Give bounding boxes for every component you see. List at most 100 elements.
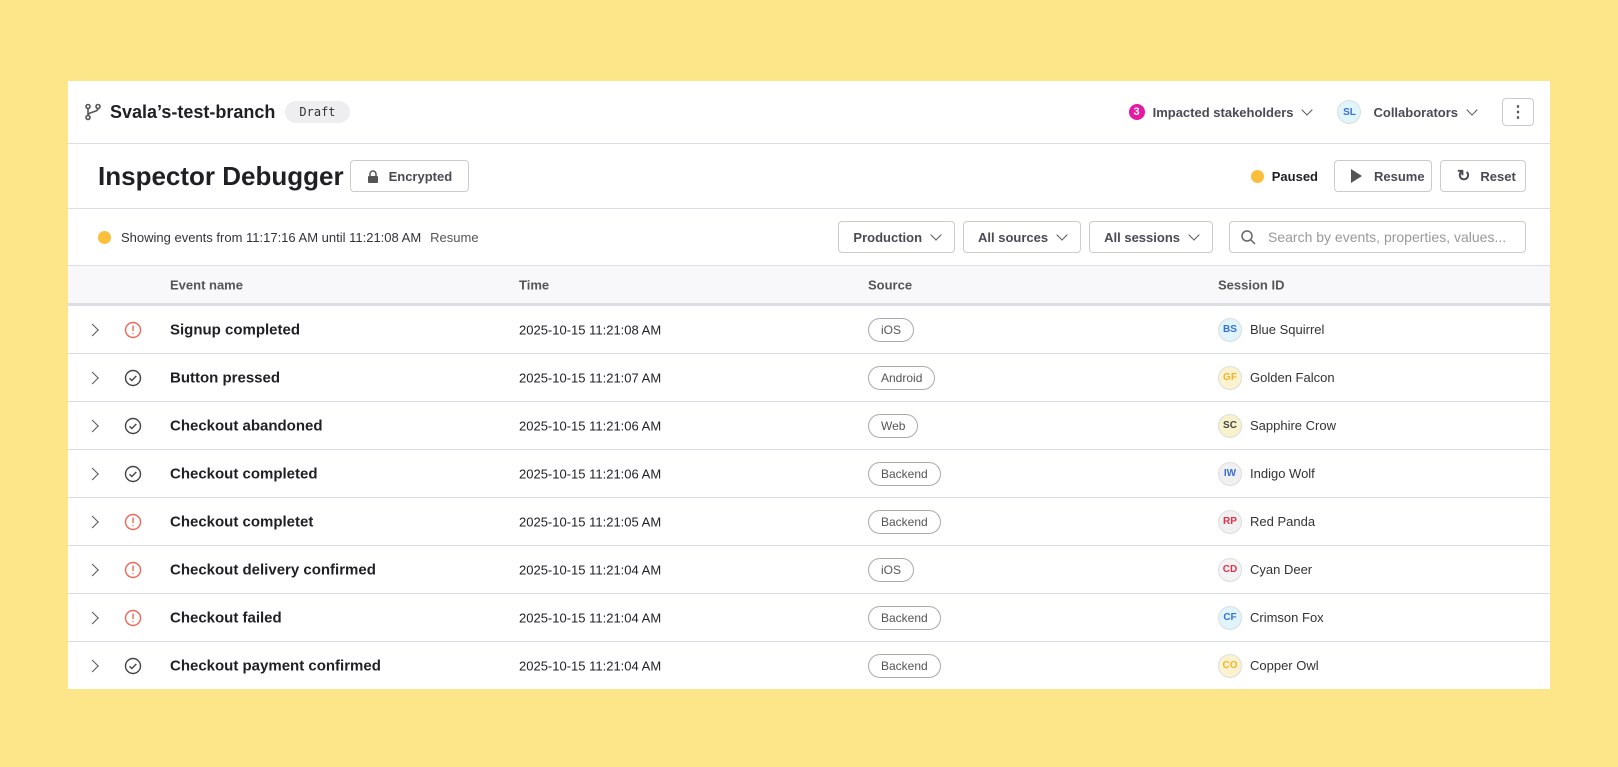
expand-chevron-icon[interactable] — [86, 659, 99, 672]
error-icon — [124, 513, 142, 531]
column-event-name[interactable]: Event name — [170, 277, 243, 292]
source-pill: Android — [868, 365, 936, 390]
impacted-stakeholders-dropdown[interactable]: 3 Impacted stakeholders — [1128, 104, 1314, 120]
event-time: 2025-10-15 11:21:04 AM — [519, 562, 662, 577]
top-bar: Svala’s-test-branch Draft 3 Impacted sta… — [68, 81, 1550, 144]
event-name: Button pressed — [170, 369, 281, 386]
encrypted-label: Encrypted — [388, 168, 453, 184]
chevron-down-icon — [1301, 104, 1314, 116]
expand-chevron-icon[interactable] — [86, 563, 99, 576]
session-cell[interactable]: CO Copper Owl — [1218, 653, 1319, 678]
sessions-select[interactable]: All sessions — [1089, 221, 1213, 253]
resume-link[interactable]: Resume — [430, 230, 478, 245]
source-pill: Backend — [868, 605, 941, 630]
chevron-down-icon — [930, 229, 942, 241]
table-row[interactable]: Signup completed 2025-10-15 11:21:08 AM … — [68, 306, 1550, 354]
environment-value: Production — [853, 229, 923, 245]
source-pill: iOS — [868, 317, 915, 342]
session-cell[interactable]: IW Indigo Wolf — [1218, 461, 1315, 486]
chevron-down-icon — [1056, 229, 1068, 241]
event-name: Checkout payment confirmed — [170, 657, 381, 674]
event-time: 2025-10-15 11:21:05 AM — [519, 514, 662, 529]
check-circle-icon — [124, 465, 142, 483]
table-row[interactable]: Checkout delivery confirmed 2025-10-15 1… — [68, 546, 1550, 594]
session-avatar: SC — [1218, 413, 1242, 438]
draft-badge: Draft — [285, 101, 350, 123]
branch-icon — [85, 103, 101, 121]
status-dot-icon — [98, 230, 111, 244]
search-placeholder: Search by events, properties, values... — [1268, 229, 1507, 245]
table-row[interactable]: Checkout completet 2025-10-15 11:21:05 A… — [68, 498, 1550, 546]
table-row[interactable]: Button pressed 2025-10-15 11:21:07 AM An… — [68, 354, 1550, 402]
paused-indicator-icon — [1250, 169, 1264, 183]
session-avatar: IW — [1218, 461, 1242, 486]
expand-chevron-icon[interactable] — [86, 515, 99, 528]
column-session-id[interactable]: Session ID — [1218, 277, 1284, 292]
session-cell[interactable]: CD Cyan Deer — [1218, 557, 1313, 582]
session-name: Red Panda — [1250, 514, 1316, 529]
state-label: Paused — [1271, 168, 1318, 184]
avatar: SL — [1337, 100, 1362, 124]
session-avatar: BS — [1218, 317, 1242, 342]
column-time[interactable]: Time — [519, 277, 549, 292]
session-name: Golden Falcon — [1250, 370, 1335, 385]
stakeholders-label: Impacted stakeholders — [1152, 104, 1294, 120]
event-time: 2025-10-15 11:21:06 AM — [519, 466, 662, 481]
event-time: 2025-10-15 11:21:07 AM — [519, 370, 662, 385]
refresh-icon: ↻ — [1457, 168, 1471, 185]
table-row[interactable]: Checkout failed 2025-10-15 11:21:04 AM B… — [68, 594, 1550, 642]
expand-chevron-icon[interactable] — [86, 419, 99, 432]
session-cell[interactable]: BS Blue Squirrel — [1218, 317, 1324, 342]
event-time: 2025-10-15 11:21:08 AM — [519, 322, 662, 337]
event-time: 2025-10-15 11:21:04 AM — [519, 658, 662, 673]
event-name: Checkout delivery confirmed — [170, 561, 376, 578]
expand-chevron-icon[interactable] — [86, 611, 99, 624]
session-avatar: RP — [1218, 509, 1242, 534]
table-row[interactable]: Checkout abandoned 2025-10-15 11:21:06 A… — [68, 402, 1550, 450]
session-cell[interactable]: GF Golden Falcon — [1218, 365, 1335, 390]
check-circle-icon — [124, 417, 142, 435]
table-header: Event name Time Source Session ID — [68, 265, 1550, 306]
resume-button[interactable]: Resume — [1334, 160, 1432, 192]
table-row[interactable]: Checkout payment confirmed 2025-10-15 11… — [68, 642, 1550, 689]
event-time: 2025-10-15 11:21:04 AM — [519, 610, 662, 625]
range-text: Showing events from 11:17:16 AM until 11… — [121, 229, 422, 245]
error-icon — [124, 609, 142, 627]
branch-name: Svala’s-test-branch — [110, 101, 276, 122]
chevron-down-icon — [1188, 229, 1200, 241]
table-row[interactable]: Checkout completed 2025-10-15 11:21:06 A… — [68, 450, 1550, 498]
sources-value: All sources — [978, 229, 1049, 245]
expand-chevron-icon[interactable] — [86, 323, 99, 336]
error-icon — [124, 321, 142, 339]
source-pill: iOS — [868, 557, 915, 582]
search-input[interactable]: Search by events, properties, values... — [1229, 221, 1526, 253]
page-title: Inspector Debugger — [98, 160, 344, 191]
search-icon — [1241, 230, 1256, 245]
check-circle-icon — [124, 369, 142, 387]
event-name: Checkout failed — [170, 609, 282, 626]
event-name: Checkout completet — [170, 513, 314, 530]
reset-label: Reset — [1480, 168, 1516, 184]
session-avatar: CO — [1218, 653, 1242, 678]
event-name: Checkout completed — [170, 465, 318, 482]
more-options-button[interactable]: ⋮ — [1502, 98, 1534, 126]
session-cell[interactable]: SC Sapphire Crow — [1218, 413, 1336, 438]
table-body: Signup completed 2025-10-15 11:21:08 AM … — [68, 306, 1550, 689]
session-cell[interactable]: RP Red Panda — [1218, 509, 1316, 534]
source-pill: Backend — [868, 509, 941, 534]
reset-button[interactable]: ↻ Reset — [1440, 160, 1526, 192]
expand-chevron-icon[interactable] — [86, 371, 99, 384]
collaborators-label: Collaborators — [1373, 104, 1458, 120]
session-name: Indigo Wolf — [1250, 466, 1315, 481]
source-pill: Web — [868, 413, 919, 438]
sources-select[interactable]: All sources — [963, 221, 1082, 253]
session-cell[interactable]: CF Crimson Fox — [1218, 605, 1324, 630]
environment-select[interactable]: Production — [838, 221, 956, 253]
session-name: Cyan Deer — [1250, 562, 1313, 577]
check-circle-icon — [124, 657, 142, 675]
session-avatar: CD — [1218, 557, 1242, 582]
expand-chevron-icon[interactable] — [86, 467, 99, 480]
column-source[interactable]: Source — [868, 277, 912, 292]
event-name: Checkout abandoned — [170, 417, 323, 434]
collaborators-dropdown[interactable]: SL Collaborators — [1337, 100, 1478, 124]
